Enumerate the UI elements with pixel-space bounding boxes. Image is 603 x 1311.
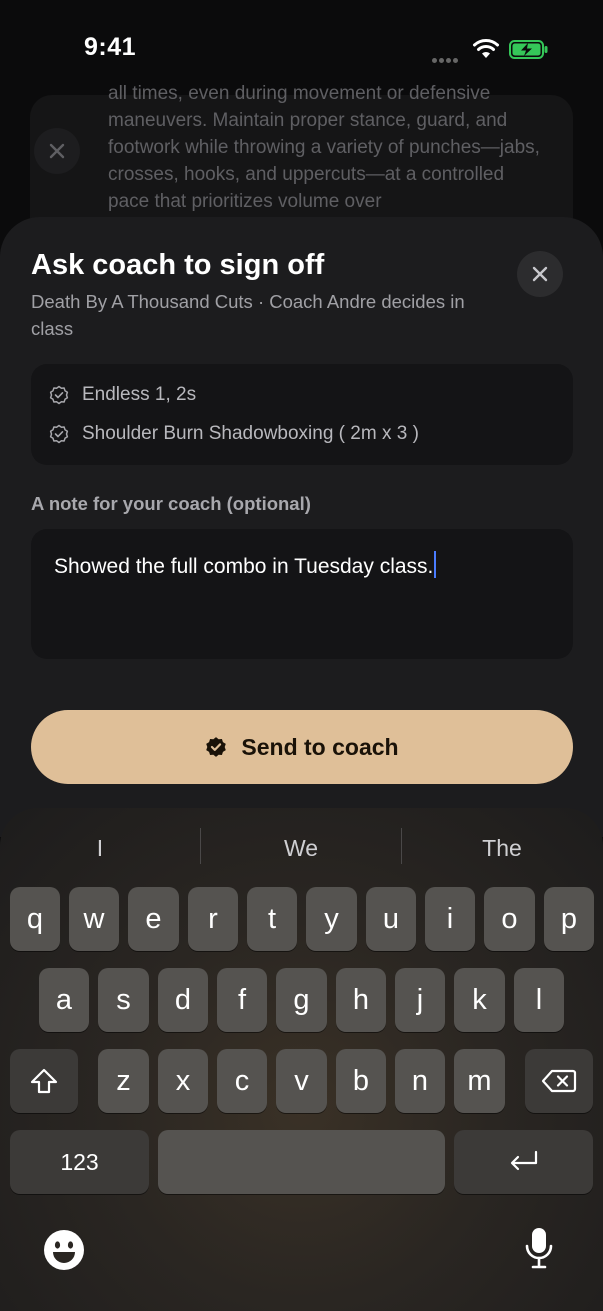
key-k[interactable]: k [454, 968, 505, 1032]
key-j[interactable]: j [395, 968, 445, 1032]
key-i[interactable]: i [425, 887, 475, 951]
key-b[interactable]: b [336, 1049, 386, 1113]
text-cursor [434, 551, 437, 578]
key-c[interactable]: c [217, 1049, 267, 1113]
key-x[interactable]: x [158, 1049, 208, 1113]
send-to-coach-button[interactable]: Send to coach [31, 710, 573, 784]
verified-badge-icon [49, 424, 69, 444]
key-z[interactable]: z [98, 1049, 149, 1113]
microphone-icon [525, 1228, 553, 1269]
key-h[interactable]: h [336, 968, 386, 1032]
key-v[interactable]: v [276, 1049, 327, 1113]
sheet-subtitle: Death By A Thousand Cuts · Coach Andre d… [31, 291, 465, 339]
exercise-label: Endless 1, 2s [82, 384, 197, 405]
dictation-button[interactable] [517, 1226, 561, 1270]
shift-icon [30, 1068, 58, 1094]
key-a[interactable]: a [39, 968, 89, 1032]
suggestion-1[interactable]: I [0, 828, 200, 868]
key-l[interactable]: l [514, 968, 564, 1032]
key-f[interactable]: f [217, 968, 267, 1032]
verified-badge-icon [206, 737, 227, 757]
return-icon [510, 1150, 537, 1171]
emoji-icon [44, 1230, 84, 1270]
key-n[interactable]: n [395, 1049, 445, 1113]
numbers-key[interactable]: 123 [10, 1130, 149, 1194]
key-q[interactable]: q [10, 887, 60, 951]
key-g[interactable]: g [276, 968, 327, 1032]
keyboard: I We The q w e r t y u i o p a s d f g h… [0, 808, 603, 1311]
key-s[interactable]: s [98, 968, 149, 1032]
shift-key[interactable] [10, 1049, 78, 1113]
sheet-title: Ask coach to sign off [31, 249, 325, 281]
key-w[interactable]: w [69, 887, 119, 951]
close-icon [49, 143, 65, 159]
background-close-button [34, 128, 80, 174]
delete-key[interactable] [525, 1049, 593, 1113]
note-value: Showed the full combo in Tuesday class. [54, 555, 434, 578]
status-bar: 9:41 [0, 0, 603, 90]
key-d[interactable]: d [158, 968, 208, 1032]
suggestion-3[interactable]: The [402, 828, 602, 868]
emoji-button[interactable] [42, 1228, 86, 1272]
key-y[interactable]: y [306, 887, 357, 951]
send-button-label: Send to coach [241, 733, 399, 760]
backspace-icon [541, 1069, 577, 1093]
space-key[interactable] [158, 1130, 445, 1194]
status-time: 9:41 [84, 33, 137, 61]
key-r[interactable]: r [188, 887, 238, 951]
battery-charging-icon [509, 40, 548, 59]
exercise-label: Shoulder Burn Shadowboxing ( 2m x 3 ) [82, 423, 419, 444]
key-m[interactable]: m [454, 1049, 505, 1113]
key-t[interactable]: t [247, 887, 297, 951]
wifi-icon [473, 39, 499, 58]
note-label: A note for your coach (optional) [31, 493, 311, 514]
note-text[interactable]: Showed the full combo in Tuesday class. [54, 551, 437, 579]
return-key[interactable] [454, 1130, 593, 1194]
background-description: all times, even during movement or defen… [108, 83, 540, 212]
note-field[interactable]: Showed the full combo in Tuesday class. [31, 529, 573, 659]
cellular-signal-icon [432, 50, 462, 63]
exercise-item: Endless 1, 2s [49, 382, 196, 408]
close-button[interactable] [517, 251, 563, 297]
key-o[interactable]: o [484, 887, 535, 951]
exercise-list: Endless 1, 2s Shoulder Burn Shadowboxing… [31, 364, 573, 465]
key-u[interactable]: u [366, 887, 416, 951]
close-icon [532, 266, 548, 282]
verified-badge-icon [49, 385, 69, 405]
key-e[interactable]: e [128, 887, 179, 951]
key-p[interactable]: p [544, 887, 594, 951]
sign-off-sheet: Ask coach to sign off Death By A Thousan… [0, 217, 603, 837]
exercise-item: Shoulder Burn Shadowboxing ( 2m x 3 ) [49, 421, 419, 447]
suggestion-2[interactable]: We [201, 828, 401, 868]
